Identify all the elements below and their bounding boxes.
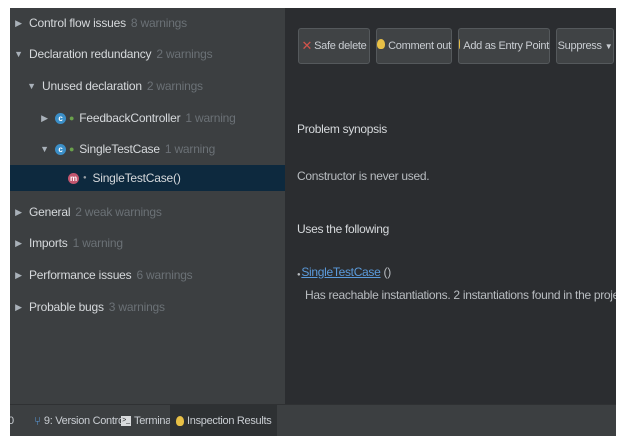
- warning-count: 1 warning: [164, 142, 216, 156]
- chevron-down-icon[interactable]: ▼: [27, 81, 36, 91]
- chevron-down-icon[interactable]: ▼: [40, 144, 49, 154]
- tree-item-control-flow-issues[interactable]: ▶ Control flow issues 8 warnings: [10, 10, 285, 36]
- tool-window-bar: 0 ⑂ 9: Version Control >_ Terminal Inspe…: [10, 404, 616, 436]
- problem-details-pane: ✕ Safe delete Comment out Add as Entry P…: [285, 8, 616, 404]
- close-icon: ✕: [301, 38, 313, 53]
- comment-out-label: Comment out: [388, 40, 451, 52]
- version-control-label: 9: Version Control: [43, 415, 126, 427]
- tree-item-declaration-redundancy[interactable]: ▼ Declaration redundancy 2 warnings: [10, 41, 285, 67]
- lightbulb-icon: [459, 39, 461, 49]
- tree-item-label: Probable bugs: [29, 300, 104, 314]
- problem-synopsis-heading: Problem synopsis: [297, 122, 387, 136]
- singletestcase-link[interactable]: SingleTestCase: [301, 265, 380, 279]
- ide-window: ▶ Control flow issues 8 warnings ▼ Decla…: [10, 8, 616, 436]
- tool-window-inspection-results[interactable]: Inspection Results: [170, 405, 278, 436]
- chevron-right-icon[interactable]: ▶: [14, 18, 23, 29]
- suppress-dropdown[interactable]: Suppress ▼: [556, 28, 614, 64]
- warning-count: 2 warnings: [146, 79, 203, 93]
- tree-item-label: FeedbackController: [79, 111, 181, 125]
- uses-suffix: (): [380, 265, 392, 279]
- chevron-right-icon[interactable]: ▶: [14, 302, 23, 313]
- warning-count: 1 warning: [185, 111, 236, 125]
- safe-delete-button[interactable]: ✕ Safe delete: [298, 28, 370, 64]
- add-entry-point-button[interactable]: Add as Entry Point: [458, 28, 550, 64]
- problem-synopsis-text: Constructor is never used.: [297, 169, 430, 183]
- tree-item-probable-bugs[interactable]: ▶ Probable bugs 3 warnings: [10, 294, 285, 320]
- inspection-tree[interactable]: ▶ Control flow issues 8 warnings ▼ Decla…: [10, 8, 285, 404]
- tree-item-label: General: [29, 205, 71, 219]
- warning-count: 1 warning: [72, 236, 123, 250]
- warning-count: 8 warnings: [130, 16, 187, 30]
- tool-window-version-control[interactable]: ⑂ 9: Version Control: [34, 405, 126, 436]
- tree-item-label: Control flow issues: [29, 16, 126, 30]
- lightbulb-icon: [377, 39, 386, 49]
- tree-item-imports[interactable]: ▶ Imports 1 warning: [10, 230, 285, 256]
- tree-item-performance-issues[interactable]: ▶ Performance issues 6 warnings: [10, 262, 285, 288]
- reachable-instantiations-note: Has reachable instantiations. 2 instanti…: [305, 288, 616, 302]
- tree-item-label: Imports: [29, 236, 68, 250]
- tree-item-singletestcase-constructor[interactable]: m ● SingleTestCase(): [10, 165, 285, 191]
- tree-item-unused-declaration[interactable]: ▼ Unused declaration 2 warnings: [10, 73, 285, 99]
- class-icon: c: [55, 112, 66, 124]
- comment-out-button[interactable]: Comment out: [376, 28, 452, 64]
- terminal-label: Terminal: [134, 415, 174, 427]
- chevron-right-icon[interactable]: ▶: [14, 270, 23, 281]
- safe-delete-label: Safe delete: [314, 40, 367, 52]
- terminal-icon: >_: [121, 416, 131, 426]
- chevron-right-icon[interactable]: ▶: [14, 238, 23, 249]
- tree-item-label: Performance issues: [29, 268, 132, 282]
- bullet-icon: ●: [297, 272, 301, 278]
- chevron-right-icon[interactable]: ▶: [40, 113, 49, 124]
- tree-item-label: Unused declaration: [42, 79, 142, 93]
- method-icon: m: [68, 172, 79, 184]
- chevron-right-icon[interactable]: ▶: [14, 207, 23, 218]
- tree-item-label: Declaration redundancy: [29, 47, 152, 61]
- chevron-down-icon[interactable]: ▼: [14, 49, 23, 59]
- tool-window-partial[interactable]: 0: [10, 405, 14, 436]
- warning-count: 2 warnings: [156, 47, 213, 61]
- suppress-label: Suppress: [557, 40, 602, 52]
- warning-count: 3 warnings: [108, 300, 165, 314]
- lightbulb-icon: [176, 416, 184, 426]
- uses-heading-label: Uses the following: [297, 222, 389, 236]
- tree-item-label: SingleTestCase(): [92, 171, 181, 185]
- tree-item-label: SingleTestCase: [79, 142, 160, 156]
- chevron-down-icon: ▼: [604, 41, 613, 51]
- warning-count: 2 weak warnings: [75, 205, 162, 219]
- tool-window-terminal[interactable]: >_ Terminal: [121, 405, 173, 436]
- inspection-results-label: Inspection Results: [187, 415, 272, 427]
- tree-item-feedbackcontroller[interactable]: ▶ c ● FeedbackController 1 warning: [10, 105, 285, 131]
- tree-item-general[interactable]: ▶ General 2 weak warnings: [10, 199, 285, 225]
- warning-count: 6 warnings: [136, 268, 193, 282]
- access-modifier-icon: ●: [69, 144, 75, 154]
- class-icon: c: [55, 143, 66, 155]
- version-control-icon: ⑂: [34, 414, 41, 428]
- uses-heading: Uses the following: [297, 222, 389, 236]
- add-entry-point-label: Add as Entry Point: [463, 40, 549, 52]
- access-modifier-icon: ●: [69, 113, 75, 123]
- uses-entry: ●SingleTestCase (): [297, 265, 391, 279]
- tree-item-singletestcase[interactable]: ▼ c ● SingleTestCase 1 warning: [10, 136, 285, 162]
- access-modifier-icon: ●: [83, 175, 87, 181]
